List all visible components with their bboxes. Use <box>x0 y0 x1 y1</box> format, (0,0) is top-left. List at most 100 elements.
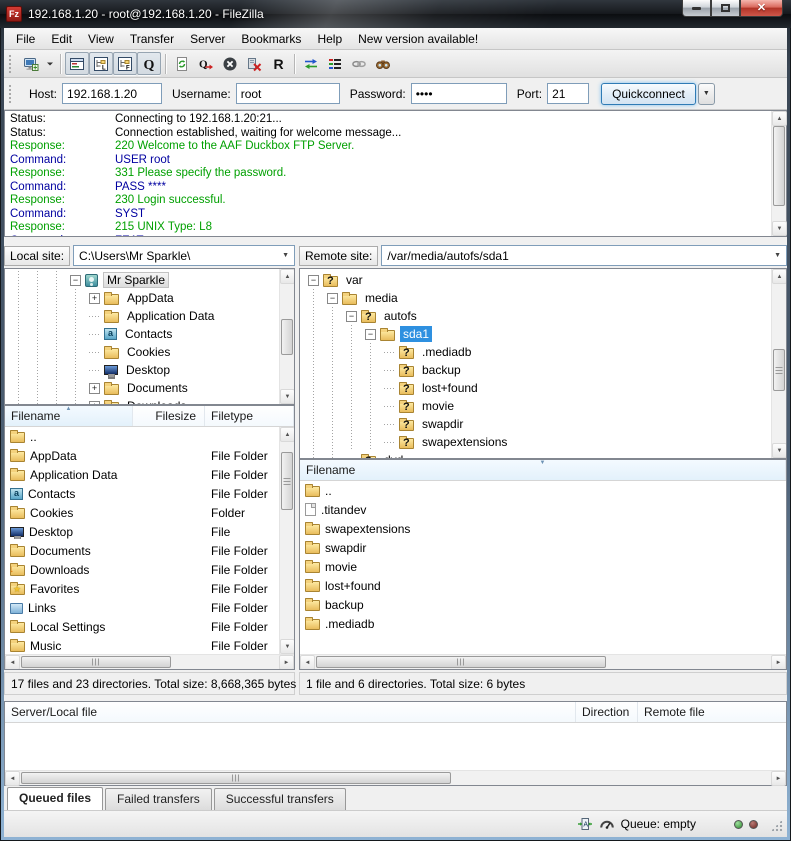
scroll-thumb[interactable] <box>281 452 293 510</box>
local-tree-item-application-data[interactable]: Application Data <box>9 307 279 325</box>
local-tree-item-contacts[interactable]: Contacts <box>9 325 279 343</box>
cancel-button[interactable] <box>218 52 242 75</box>
scroll-thumb[interactable] <box>773 126 785 206</box>
remote-site-combobox[interactable]: /var/media/autofs/sda1 ▼ <box>381 245 787 266</box>
menu-item-file[interactable]: File <box>8 29 43 49</box>
quickconnect-button[interactable]: Quickconnect <box>601 83 696 105</box>
remote-tree-item-autofs[interactable]: −autofs <box>304 307 771 325</box>
scroll-thumb[interactable] <box>21 656 171 668</box>
column-header-filename[interactable]: Filename▼ <box>300 460 786 480</box>
column-header-filetype[interactable]: Filetype <box>205 406 294 426</box>
menu-item-view[interactable]: View <box>80 29 122 49</box>
expand-icon[interactable]: + <box>89 383 100 394</box>
column-header-server-local-file[interactable]: Server/Local file <box>5 702 576 722</box>
scroll-up-button[interactable]: ▲ <box>772 269 787 284</box>
site-manager-dropdown-button[interactable] <box>43 52 56 75</box>
scroll-right-button[interactable]: ► <box>771 771 786 786</box>
local-tree-scrollbar[interactable]: ▲▼ <box>279 269 294 404</box>
remote-file-row-[interactable]: .. <box>300 481 786 500</box>
remote-tree-item-movie[interactable]: movie <box>304 397 771 415</box>
filter-listings-button[interactable] <box>323 52 347 75</box>
remote-tree-item-lost-found[interactable]: lost+found <box>304 379 771 397</box>
minimize-button[interactable] <box>682 0 711 17</box>
scroll-up-button[interactable]: ▲ <box>772 111 787 126</box>
toggle-remote-tree-button[interactable]: F <box>113 52 137 75</box>
local-tree-item-cookies[interactable]: Cookies <box>9 343 279 361</box>
site-manager-button[interactable] <box>19 52 43 75</box>
scroll-down-button[interactable]: ▼ <box>772 443 787 458</box>
remote-file-row-swapextensions[interactable]: swapextensions <box>300 519 786 538</box>
refresh-button[interactable] <box>170 52 194 75</box>
reconnect-button[interactable]: R <box>266 52 290 75</box>
synchronized-browsing-button[interactable] <box>347 52 371 75</box>
scroll-left-button[interactable]: ◄ <box>5 655 20 670</box>
local-file-row-[interactable]: .. <box>5 427 279 446</box>
column-header-direction[interactable]: Direction <box>576 702 638 722</box>
local-file-row-music[interactable]: MusicFile Folder <box>5 636 279 654</box>
scroll-up-button[interactable]: ▲ <box>280 269 295 284</box>
username-input[interactable] <box>236 83 340 104</box>
port-input[interactable] <box>547 83 589 104</box>
local-file-row-appdata[interactable]: AppDataFile Folder <box>5 446 279 465</box>
queue-hscrollbar[interactable]: ◄► <box>5 770 786 785</box>
local-file-row-favorites[interactable]: FavoritesFile Folder <box>5 579 279 598</box>
remote-file-row-titandev[interactable]: .titandev <box>300 500 786 519</box>
local-file-row-contacts[interactable]: ContactsFile Folder <box>5 484 279 503</box>
title-bar[interactable]: Fz 192.168.1.20 - root@192.168.1.20 - Fi… <box>0 0 791 28</box>
menu-item-server[interactable]: Server <box>182 29 233 49</box>
collapse-icon[interactable]: − <box>327 293 338 304</box>
close-button[interactable]: ✕ <box>740 0 783 17</box>
local-file-row-documents[interactable]: DocumentsFile Folder <box>5 541 279 560</box>
scroll-down-button[interactable]: ▼ <box>772 221 787 236</box>
menu-item-new-version-available[interactable]: New version available! <box>350 29 486 49</box>
tab-queued-files[interactable]: Queued files <box>7 787 103 810</box>
local-site-combobox[interactable]: C:\Users\Mr Sparkle\ ▼ <box>73 245 295 266</box>
scroll-thumb[interactable] <box>316 656 606 668</box>
local-tree-item-desktop[interactable]: Desktop <box>9 361 279 379</box>
local-file-row-links[interactable]: LinksFile Folder <box>5 598 279 617</box>
remote-tree-item-backup[interactable]: backup <box>304 361 771 379</box>
find-files-button[interactable] <box>371 52 395 75</box>
local-tree-item-mr-sparkle[interactable]: −Mr Sparkle <box>9 271 279 289</box>
scroll-left-button[interactable]: ◄ <box>5 771 20 786</box>
scroll-up-button[interactable]: ▲ <box>280 427 294 442</box>
remote-file-row-backup[interactable]: backup <box>300 595 786 614</box>
toggle-local-tree-button[interactable]: L <box>89 52 113 75</box>
toolbar-grip[interactable] <box>9 55 14 73</box>
menu-item-edit[interactable]: Edit <box>43 29 80 49</box>
expand-icon[interactable]: + <box>89 401 100 405</box>
remote-tree-item-mediadb[interactable]: .mediadb <box>304 343 771 361</box>
remote-tree-scrollbar[interactable]: ▲▼ <box>771 269 786 458</box>
tab-failed-transfers[interactable]: Failed transfers <box>105 788 212 810</box>
local-file-row-desktop[interactable]: DesktopFile <box>5 522 279 541</box>
toggle-queue-button[interactable]: Q <box>137 52 161 75</box>
toggle-message-log-button[interactable] <box>65 52 89 75</box>
local-tree-item-appdata[interactable]: +AppData <box>9 289 279 307</box>
disconnect-button[interactable] <box>242 52 266 75</box>
host-input[interactable] <box>62 83 162 104</box>
scroll-down-button[interactable]: ▼ <box>280 389 295 404</box>
process-queue-button[interactable]: Q <box>194 52 218 75</box>
password-input[interactable] <box>411 83 507 104</box>
local-file-row-cookies[interactable]: CookiesFolder <box>5 503 279 522</box>
local-list-hscrollbar[interactable]: ◄► <box>5 654 294 669</box>
chevron-down-icon[interactable]: ▼ <box>282 252 289 259</box>
local-file-row-local-settings[interactable]: Local SettingsFile Folder <box>5 617 279 636</box>
collapse-icon[interactable]: − <box>346 311 357 322</box>
menu-item-transfer[interactable]: Transfer <box>122 29 182 49</box>
resize-grip[interactable] <box>770 819 783 832</box>
scroll-thumb[interactable] <box>21 772 451 784</box>
maximize-button[interactable] <box>711 0 740 17</box>
remote-tree-item-sda1[interactable]: −sda1 <box>304 325 771 343</box>
remote-file-row-lost-found[interactable]: lost+found <box>300 576 786 595</box>
local-tree-item-documents[interactable]: +Documents <box>9 379 279 397</box>
scroll-thumb[interactable] <box>773 349 785 391</box>
expand-icon[interactable]: + <box>89 293 100 304</box>
remote-tree-item-swapextensions[interactable]: swapextensions <box>304 433 771 451</box>
column-header-filesize[interactable]: Filesize <box>133 406 205 426</box>
quickconnect-dropdown-button[interactable]: ▼ <box>698 83 715 105</box>
remote-tree-item-swapdir[interactable]: swapdir <box>304 415 771 433</box>
remote-file-row-mediadb[interactable]: .mediadb <box>300 614 786 633</box>
column-header-filename[interactable]: Filename▲ <box>5 406 133 426</box>
tab-successful-transfers[interactable]: Successful transfers <box>214 788 346 810</box>
